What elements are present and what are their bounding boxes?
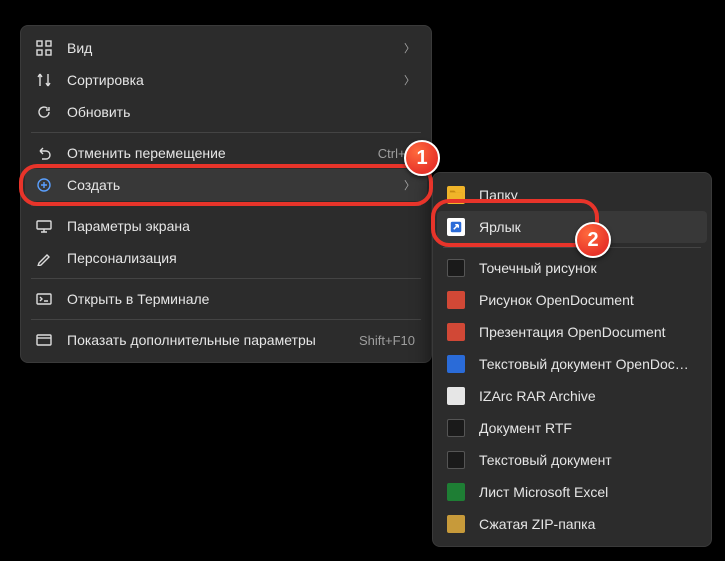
menu-item-label: Создать (67, 177, 396, 193)
submenu-item-folder[interactable]: Папку (437, 179, 707, 211)
refresh-icon (35, 103, 53, 121)
submenu-item-od-presentation[interactable]: Презентация OpenDocument (437, 316, 707, 348)
menu-item-personalize[interactable]: Персонализация (25, 242, 427, 274)
submenu-item-label: Текстовый документ OpenDocument (479, 356, 695, 372)
submenu-item-rar[interactable]: IZArc RAR Archive (437, 380, 707, 412)
submenu-item-label: Презентация OpenDocument (479, 324, 695, 340)
menu-item-label: Вид (67, 40, 396, 56)
od-text-icon (447, 355, 465, 373)
menu-item-label: Сортировка (67, 72, 396, 88)
menu-separator (31, 205, 421, 206)
terminal-icon (35, 290, 53, 308)
submenu-item-txt[interactable]: Текстовый документ (437, 444, 707, 476)
submenu-item-label: Текстовый документ (479, 452, 695, 468)
menu-item-view[interactable]: Вид 〉 (25, 32, 427, 64)
submenu-item-bitmap[interactable]: Точечный рисунок (437, 252, 707, 284)
submenu-item-label: Папку (479, 187, 695, 203)
text-icon (447, 451, 465, 469)
od-drawing-icon (447, 291, 465, 309)
submenu-item-od-text[interactable]: Текстовый документ OpenDocument (437, 348, 707, 380)
menu-item-sort[interactable]: Сортировка 〉 (25, 64, 427, 96)
menu-item-label: Показать дополнительные параметры (67, 332, 349, 348)
desktop-context-menu: Вид 〉 Сортировка 〉 Обновить Отменить пер… (20, 25, 432, 363)
submenu-item-label: Рисунок OpenDocument (479, 292, 695, 308)
display-icon (35, 217, 53, 235)
menu-item-refresh[interactable]: Обновить (25, 96, 427, 128)
chevron-right-icon: 〉 (404, 177, 415, 193)
rar-icon (447, 387, 465, 405)
chevron-right-icon: 〉 (404, 72, 415, 88)
folder-icon (447, 186, 465, 204)
bitmap-icon (447, 259, 465, 277)
submenu-item-od-drawing[interactable]: Рисунок OpenDocument (437, 284, 707, 316)
chevron-right-icon: 〉 (404, 40, 415, 56)
submenu-item-excel[interactable]: Лист Microsoft Excel (437, 476, 707, 508)
zip-icon (447, 515, 465, 533)
submenu-item-shortcut[interactable]: Ярлык (437, 211, 707, 243)
view-icon (35, 39, 53, 57)
menu-item-label: Обновить (67, 104, 415, 120)
menu-item-label: Отменить перемещение (67, 145, 368, 161)
menu-item-shortcut: Shift+F10 (359, 333, 415, 348)
menu-item-label: Персонализация (67, 250, 415, 266)
menu-item-label: Параметры экрана (67, 218, 415, 234)
new-icon (35, 176, 53, 194)
rtf-icon (447, 419, 465, 437)
menu-item-label: Открыть в Терминале (67, 291, 415, 307)
submenu-item-label: IZArc RAR Archive (479, 388, 695, 404)
menu-item-display-settings[interactable]: Параметры экрана (25, 210, 427, 242)
submenu-item-label: Точечный рисунок (479, 260, 695, 276)
menu-item-undo[interactable]: Отменить перемещение Ctrl+Я (25, 137, 427, 169)
submenu-item-label: Ярлык (479, 219, 695, 235)
menu-separator (31, 278, 421, 279)
submenu-item-label: Лист Microsoft Excel (479, 484, 695, 500)
menu-item-terminal[interactable]: Открыть в Терминале (25, 283, 427, 315)
undo-icon (35, 144, 53, 162)
submenu-item-label: Сжатая ZIP-папка (479, 516, 695, 532)
menu-item-more-options[interactable]: Показать дополнительные параметры Shift+… (25, 324, 427, 356)
od-presentation-icon (447, 323, 465, 341)
menu-separator (31, 132, 421, 133)
excel-icon (447, 483, 465, 501)
menu-item-shortcut: Ctrl+Я (378, 146, 415, 161)
submenu-item-zip[interactable]: Сжатая ZIP-папка (437, 508, 707, 540)
more-icon (35, 331, 53, 349)
shortcut-icon (447, 218, 465, 236)
sort-icon (35, 71, 53, 89)
submenu-item-rtf[interactable]: Документ RTF (437, 412, 707, 444)
menu-item-new[interactable]: Создать 〉 (25, 169, 427, 201)
personalize-icon (35, 249, 53, 267)
new-submenu: Папку Ярлык Точечный рисунок Рисунок Ope… (432, 172, 712, 547)
submenu-item-label: Документ RTF (479, 420, 695, 436)
menu-separator (31, 319, 421, 320)
menu-separator (443, 247, 701, 248)
